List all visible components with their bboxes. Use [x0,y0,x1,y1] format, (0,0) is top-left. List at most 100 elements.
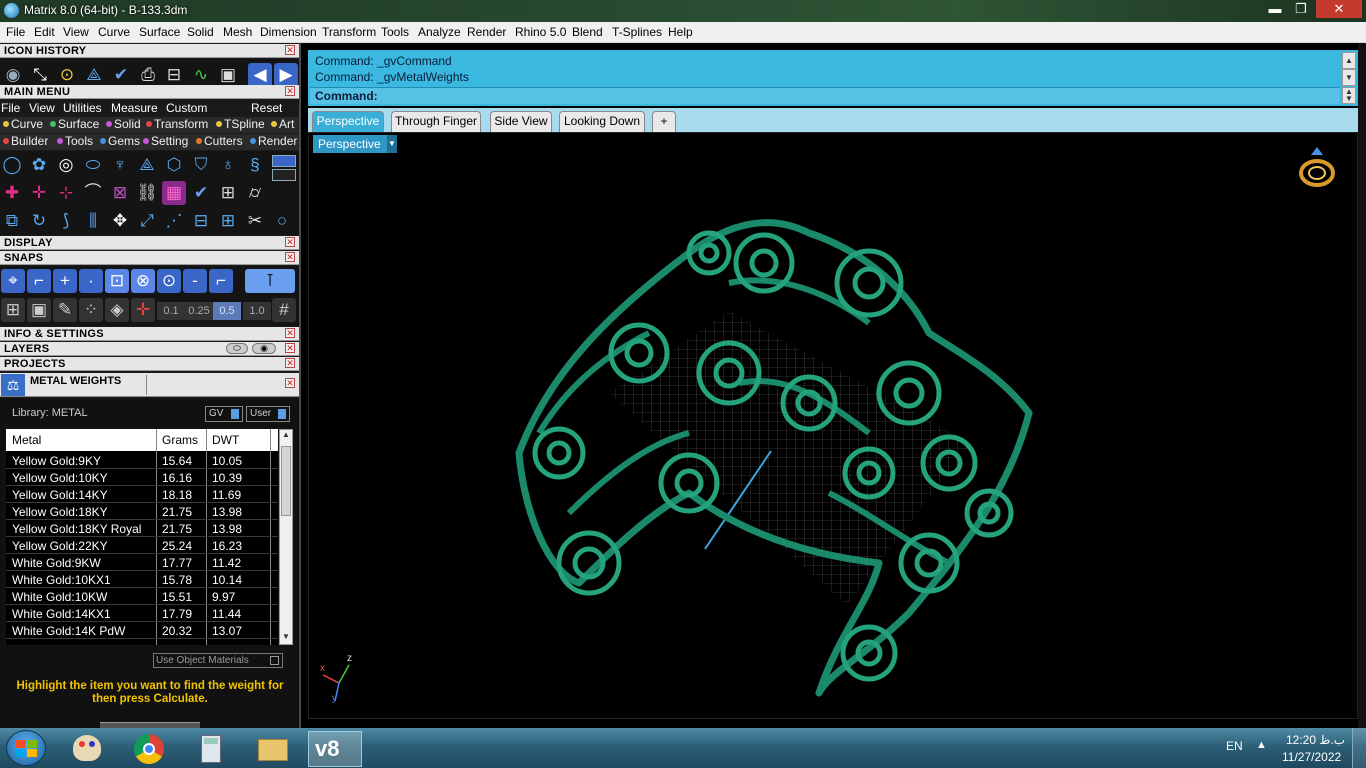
close-icon[interactable]: ✕ [285,237,295,247]
display-header[interactable]: DISPLAY ✕ [0,236,299,250]
ring-outline-icon[interactable]: ○ [270,209,294,233]
cat-tools[interactable]: Tools [57,134,93,148]
grid-toggle-icon[interactable]: ⊞ [1,298,25,322]
snap-quad-icon[interactable]: ⌐ [209,269,233,293]
menu-curve[interactable]: Curve [98,25,130,39]
menu-render[interactable]: Render [467,25,506,39]
menu-tsplines[interactable]: T-Splines [612,25,662,39]
cat-transform[interactable]: Transform [146,117,208,131]
cat-gems[interactable]: Gems [100,134,140,148]
cross-red-icon[interactable]: ✚ [0,181,24,205]
history-scroll-up-icon[interactable]: ▲ [1342,52,1356,69]
snap-value-2[interactable]: 0.25 [185,302,213,320]
menu-blend[interactable]: Blend [572,25,603,39]
main-menu-header[interactable]: MAIN MENU ✕ [0,85,299,99]
user-toggle[interactable]: User [246,406,290,422]
table-row[interactable]: Yellow Gold:10KY 16.16 10.39 [6,469,278,486]
setting-tool-icon[interactable]: ⟁ [135,153,159,177]
table-row[interactable]: White Gold:10KX1 15.78 10.14 [6,571,278,588]
tab-side-view[interactable]: Side View [490,111,552,132]
box-view-icon[interactable]: ▣ [27,298,51,322]
gem-icon[interactable]: ⟁ [82,63,106,87]
mm-utilities[interactable]: Utilities [63,101,102,115]
cage-icon[interactable]: ⊠ [108,181,132,205]
check-blue-icon[interactable]: ✔ [189,181,213,205]
menu-mesh[interactable]: Mesh [223,25,252,39]
check-icon[interactable]: ✔ [109,63,133,87]
join-icon[interactable]: ⊟ [189,209,213,233]
image-icon[interactable]: ▣ [216,63,240,87]
scroll-down-icon[interactable]: ▼ [281,632,291,644]
close-icon[interactable]: ✕ [285,328,295,338]
scale-icon[interactable]: ⤢ [135,209,159,233]
cylinder-icon[interactable]: ⌭ [243,181,267,205]
mm-reset[interactable]: Reset [251,101,282,115]
mm-file[interactable]: File [1,101,20,115]
snap-cen-icon[interactable]: ⊡ [105,269,129,293]
table-row[interactable]: Yellow Gold:22KY 25.24 16.23 [6,537,278,554]
command-input[interactable]: Command: [310,87,1340,104]
chrome-icon[interactable] [122,731,176,767]
diamond-icon[interactable]: ◈ [105,298,129,322]
snap-ortho-icon[interactable]: ⊺ [245,269,295,293]
split-icon[interactable]: ⫼ [81,209,105,233]
tray-expand-icon[interactable]: ▲ [1256,739,1267,751]
table-row[interactable]: Yellow Gold:18KY Royal 21.75 13.98 [6,520,278,537]
tab-looking-down[interactable]: Looking Down [559,111,645,132]
layer-lock-icon[interactable]: ⬭ [226,343,248,354]
menu-analyze[interactable]: Analyze [418,25,461,39]
metal-weights-table[interactable]: Metal Grams DWT Yellow Gold:9KY 15.64 10.0… [6,429,278,645]
table-row[interactable]: Yellow Gold:18KY 21.75 13.98 [6,503,278,520]
tab-through-finger[interactable]: Through Finger [391,111,481,132]
dash-plus-icon[interactable]: ⊹ [54,181,78,205]
snap-end-icon[interactable]: ⌖ [1,269,25,293]
frame-tool-icon[interactable]: ⬡ [162,153,186,177]
snap-int-icon[interactable]: ⊗ [131,269,155,293]
menu-surface[interactable]: Surface [139,25,180,39]
blocks-icon[interactable]: ⧉ [0,209,24,233]
col-grams[interactable]: Grams [162,433,198,447]
circle-tool-icon[interactable]: ◯ [0,153,24,177]
menu-file[interactable]: File [6,25,25,39]
table-row[interactable]: White Gold:10KW 15.51 9.97 [6,588,278,605]
snap-value-4[interactable]: 1.0 [243,302,271,320]
cat-builder[interactable]: Builder [3,134,48,148]
clock-time[interactable]: 12:20 ب.ظ [1286,733,1345,747]
curve-green-icon[interactable]: ∿ [189,63,213,87]
menu-transform[interactable]: Transform [322,25,376,39]
array-icon[interactable]: ⋰ [162,209,186,233]
ring-tool-icon[interactable]: ◎ [54,153,78,177]
menu-tools[interactable]: Tools [381,25,409,39]
cat-surface[interactable]: Surface [50,117,99,131]
table-scrollbar[interactable]: ▲ ▼ [279,429,293,645]
snap-value-3-selected[interactable]: 0.5 [213,302,241,320]
folder-icon[interactable] [246,731,300,767]
close-icon[interactable]: ✕ [285,86,295,96]
history-scroll-down-icon[interactable]: ▼ [1342,69,1356,86]
link-icon[interactable]: ⛓ [135,181,159,205]
sweep-icon[interactable]: ↻ [27,209,51,233]
layers-header[interactable]: LAYERS ⬭ ◉ ✕ [0,342,299,356]
globe-icon[interactable]: ◉ [1,63,25,87]
close-icon[interactable]: ✕ [285,45,295,55]
matrix-taskbar-icon[interactable]: v8 [308,731,362,767]
table-row[interactable]: Yellow Gold:14KY 18.18 11.69 [6,486,278,503]
snap-perp-icon[interactable]: ⊙ [157,269,181,293]
snap-tan-icon[interactable]: - [183,269,207,293]
flower-tool-icon[interactable]: ✿ [27,153,51,177]
forward-arrow-icon[interactable]: ▶ [274,63,298,87]
cat-setting[interactable]: Setting [143,134,188,148]
snap-near-icon[interactable]: ⌐ [27,269,51,293]
minimize-button[interactable]: ▬ [1262,0,1288,18]
close-icon[interactable]: ✕ [285,252,295,262]
table-row[interactable]: White Gold:14K PdW 20.32 13.07 [6,622,278,639]
gv-toggle[interactable]: GV [205,406,243,422]
cat-art[interactable]: Art [271,117,294,131]
arc-icon[interactable]: ⌒ [81,181,105,205]
calculator-icon[interactable] [184,731,238,767]
pen-icon[interactable]: ✎ [53,298,77,322]
mm-custom[interactable]: Custom [166,101,207,115]
cat-solid[interactable]: Solid [106,117,141,131]
col-metal[interactable]: Metal [12,433,41,447]
snaps-header[interactable]: SNAPS ✕ [0,251,299,265]
